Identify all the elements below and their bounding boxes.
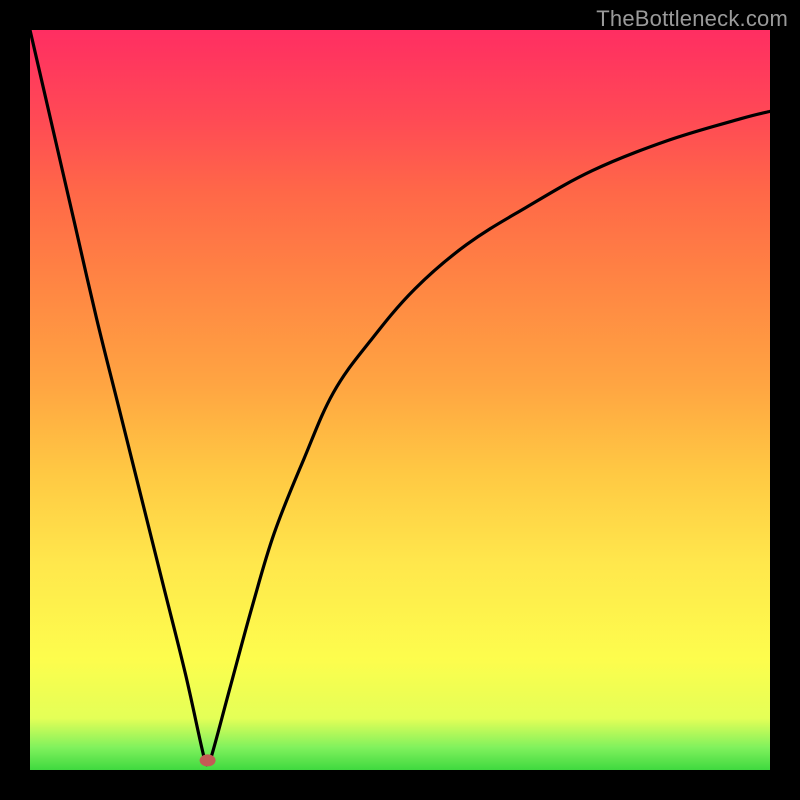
plot-area — [30, 30, 770, 770]
chart-frame: TheBottleneck.com — [0, 0, 800, 800]
bottleneck-curve — [30, 30, 770, 765]
curve-layer — [30, 30, 770, 770]
minimum-marker — [200, 754, 216, 766]
watermark-text: TheBottleneck.com — [596, 6, 788, 32]
